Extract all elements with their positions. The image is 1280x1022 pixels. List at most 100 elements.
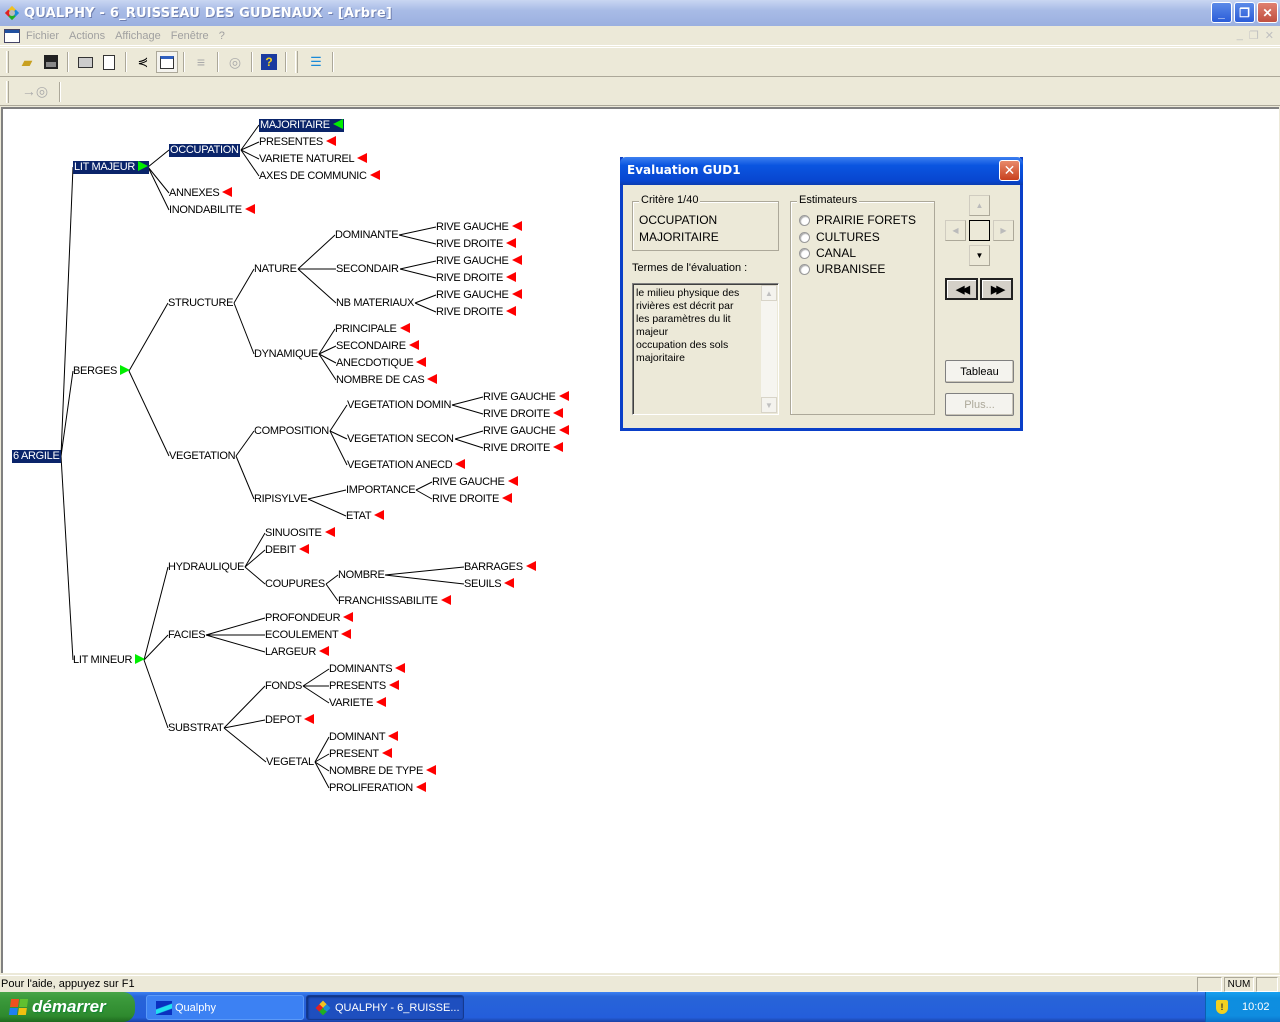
menu-actions[interactable]: Actions [69, 30, 105, 42]
tree-node-hydr[interactable]: HYDRAULIQUE [168, 561, 244, 574]
mdi-minimize-button[interactable]: _ [1237, 29, 1243, 42]
tree-node-rd4[interactable]: RIVE DROITE [483, 408, 563, 421]
indent-list-button[interactable]: ☰ [305, 51, 327, 73]
tree-node-rg5[interactable]: RIVE GAUCHE [483, 425, 569, 438]
tree-node-impo[interactable]: IMPORTANCE [346, 484, 416, 497]
menu-fenetre[interactable]: Fenêtre [171, 30, 209, 42]
open-button[interactable]: ▰ [16, 51, 38, 73]
scroll-up-button[interactable]: ▲ [761, 285, 777, 301]
tree-node-rd3[interactable]: RIVE DROITE [436, 306, 516, 319]
print-button[interactable] [74, 51, 96, 73]
tree-node-nature[interactable]: NATURE [254, 263, 297, 276]
terms-textarea[interactable]: le milieu physique des rivières est décri… [632, 283, 779, 415]
security-shield-icon[interactable]: ! [1216, 1000, 1228, 1014]
tree-node-seuils[interactable]: SEUILS [464, 578, 515, 591]
restore-button[interactable]: ❐ [1234, 2, 1255, 23]
tree-node-vdom[interactable]: VEGETATION DOMIN [347, 399, 451, 412]
tree-node-dom[interactable]: DOMINANT [329, 731, 399, 744]
tree-node-nombre[interactable]: NOMBRE [338, 569, 385, 582]
estimator-option-canal[interactable]: CANAL [799, 246, 856, 260]
tree-node-subst[interactable]: SUBSTRAT [168, 722, 224, 735]
tree-window-button[interactable] [156, 51, 178, 73]
tree-node-veg[interactable]: VEGETATION [169, 450, 236, 463]
minimize-button[interactable]: _ [1211, 2, 1232, 23]
nav-down-button[interactable]: ▼ [969, 245, 990, 266]
tree-node-dyn[interactable]: DYNAMIQUE [254, 348, 318, 361]
tree-node-press[interactable]: PRESENTS [329, 680, 399, 693]
tree-node-struct[interactable]: STRUCTURE [168, 297, 233, 310]
estimator-option-urbanisee[interactable]: URBANISEE [799, 262, 885, 276]
tree-node-rd1[interactable]: RIVE DROITE [436, 238, 516, 251]
tree-node-etat[interactable]: ETAT [346, 510, 385, 523]
context-help-button[interactable]: ? [258, 51, 280, 73]
tree-node-compo[interactable]: COMPOSITION [254, 425, 329, 438]
tree-node-rg4[interactable]: RIVE GAUCHE [483, 391, 569, 404]
target-button[interactable]: ◎ [224, 51, 246, 73]
tree-node-larg[interactable]: LARGEUR [265, 646, 330, 659]
tree-node-rd6[interactable]: RIVE DROITE [432, 493, 512, 506]
tree-node-second[interactable]: SECONDAIR [336, 263, 399, 276]
first-criterion-button[interactable]: ◀◀ [945, 278, 978, 300]
tree-node-vegetal[interactable]: VEGETAL [266, 756, 314, 769]
estimator-option-cultures[interactable]: CULTURES [799, 230, 880, 244]
radio-button[interactable] [799, 247, 810, 259]
toolbar-grip-2[interactable] [295, 51, 298, 73]
tree-node-ripi[interactable]: RIPISYLVE [254, 493, 308, 506]
goto-node-button[interactable]: →◎ [16, 81, 54, 103]
tree-node-anec[interactable]: ANECDOTIQUE [336, 357, 427, 370]
tree-view-button[interactable]: ⋞ [132, 51, 154, 73]
mdi-close-button[interactable]: ✕ [1265, 29, 1274, 42]
taskbar-item-qualphy[interactable]: Qualphy [146, 995, 304, 1020]
last-criterion-button[interactable]: ▶▶ [980, 278, 1013, 300]
tree-node-coup[interactable]: COUPURES [265, 578, 325, 591]
tree-node-secd[interactable]: SECONDAIRE [336, 340, 419, 353]
menu-affichage[interactable]: Affichage [115, 30, 161, 42]
nav-left-button[interactable]: ◀ [945, 220, 966, 241]
tree-node-present[interactable]: PRESENT [329, 748, 392, 761]
tree-node-root[interactable]: 6 ARGILE [12, 450, 61, 463]
plus-button[interactable]: Plus... [945, 393, 1014, 416]
toolbar-grip[interactable] [6, 51, 9, 73]
radio-button[interactable] [799, 214, 810, 226]
taskbar-item-qualphy-document[interactable]: QUALPHY - 6_RUISSE... [306, 995, 464, 1020]
tree-node-berges[interactable]: BERGES [73, 365, 131, 378]
print-preview-button[interactable] [98, 51, 120, 73]
terms-scrollbar[interactable]: ▲ ▼ [761, 285, 777, 413]
scroll-down-button[interactable]: ▼ [761, 397, 777, 413]
tree-node-rg6[interactable]: RIVE GAUCHE [432, 476, 518, 489]
tableau-button[interactable]: Tableau [945, 360, 1014, 383]
document-menu-icon[interactable] [4, 28, 20, 43]
tree-node-prolif[interactable]: PROLIFERATION [329, 782, 426, 795]
start-button[interactable]: démarrer [0, 992, 135, 1022]
tree-node-vanec[interactable]: VEGETATION ANECD [347, 459, 466, 472]
tree-node-princ[interactable]: PRINCIPALE [335, 323, 410, 336]
tree-node-vsec[interactable]: VEGETATION SECON [347, 433, 454, 446]
tree-node-doms[interactable]: DOMINANTS [329, 663, 406, 676]
tree-node-debit[interactable]: DEBIT [265, 544, 309, 557]
radio-button[interactable] [799, 263, 810, 275]
tree-node-annexes[interactable]: ANNEXES [169, 187, 233, 200]
tree-node-domin[interactable]: DOMINANTE [335, 229, 399, 242]
menu-fichier[interactable]: Fichier [26, 30, 59, 42]
tree-node-litmaj[interactable]: LIT MAJEUR [73, 161, 149, 174]
close-button[interactable]: ✕ [1257, 2, 1278, 23]
sort-button[interactable]: ≡ [190, 51, 212, 73]
mdi-restore-button[interactable]: ❐ [1249, 29, 1259, 42]
tree-node-inond[interactable]: INONDABILITE [169, 204, 255, 217]
nav-center-button[interactable] [969, 220, 990, 241]
tree-node-fonds[interactable]: FONDS [265, 680, 302, 693]
tree-node-rg1[interactable]: RIVE GAUCHE [436, 221, 522, 234]
tree-node-varnat[interactable]: VARIETE NATUREL [259, 153, 368, 166]
tree-node-barr[interactable]: BARRAGES [464, 561, 536, 574]
tree-node-nbmat[interactable]: NB MATERIAUX [336, 297, 414, 310]
tree-node-occ[interactable]: OCCUPATION [169, 144, 240, 157]
tree-node-vari[interactable]: VARIETE [329, 697, 387, 710]
tree-node-rd2[interactable]: RIVE DROITE [436, 272, 516, 285]
tree-node-depot[interactable]: DEPOT [265, 714, 315, 727]
tree-node-franch[interactable]: FRANCHISSABILITE [338, 595, 451, 608]
save-button[interactable] [40, 51, 62, 73]
toolbar2-grip[interactable] [6, 80, 9, 103]
menu-help[interactable]: ? [219, 30, 225, 42]
tree-node-pres[interactable]: PRESENTES [259, 136, 336, 149]
radio-button[interactable] [799, 231, 810, 243]
